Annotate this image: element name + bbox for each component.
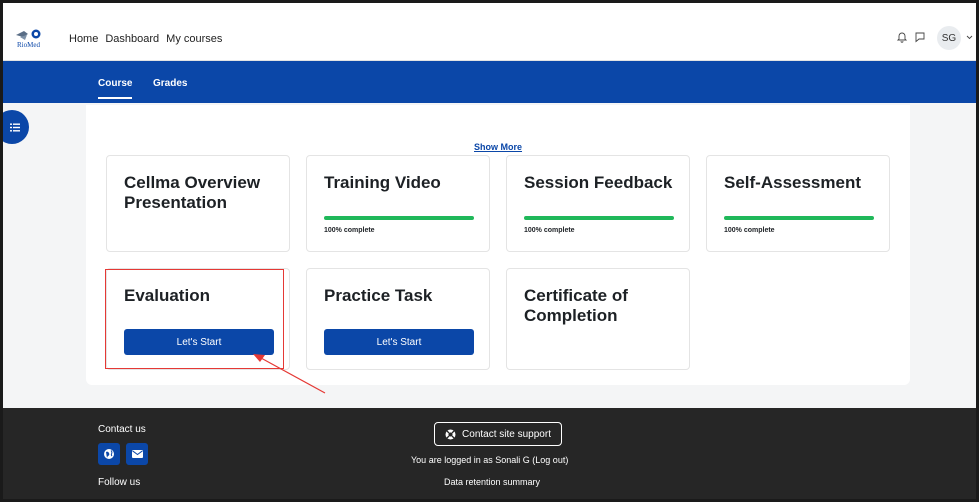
nav-home-link[interactable]: Home: [69, 33, 98, 45]
card-title: Practice Task: [324, 286, 433, 305]
follow-us-label: Follow us: [98, 477, 141, 488]
bell-icon[interactable]: [896, 31, 908, 43]
course-secondary-nav: Course Grades: [3, 61, 976, 103]
globe-icon: [104, 449, 114, 459]
card-title: Certificate of Completion: [524, 286, 628, 325]
svg-text:RioMed: RioMed: [17, 41, 40, 49]
activity-card-practice-task[interactable]: Practice Task Let's Start: [306, 268, 490, 370]
card-title: Cellma Overview Presentation: [124, 173, 261, 212]
progress-label: 100% complete: [524, 227, 575, 234]
profile-link[interactable]: Sonali G: [495, 455, 530, 465]
tab-grades[interactable]: Grades: [153, 78, 187, 89]
activity-card-cellma-overview[interactable]: Cellma Overview Presentation: [106, 155, 290, 252]
riomed-logo[interactable]: RioMed: [14, 27, 44, 49]
course-index-toggle-button[interactable]: [3, 110, 29, 144]
primary-nav: Home Dashboard My courses: [69, 33, 222, 45]
activity-card-training-video[interactable]: Training Video 100% complete: [306, 155, 490, 252]
progress-bar: [724, 216, 874, 220]
progress-label: 100% complete: [324, 227, 375, 234]
page-frame: RioMed Home Dashboard My courses SG Cour…: [0, 0, 979, 502]
activity-card-certificate[interactable]: Certificate of Completion: [506, 268, 690, 370]
contact-us-label: Contact us: [98, 424, 146, 435]
envelope-icon: [131, 450, 143, 458]
annotation-arrow: [253, 354, 326, 394]
activity-card-self-assessment[interactable]: Self-Assessment 100% complete: [706, 155, 890, 252]
card-title: Self-Assessment: [724, 173, 862, 192]
lifebuoy-icon: [445, 429, 456, 439]
nav-dashboard-link[interactable]: Dashboard: [105, 33, 159, 45]
email-button[interactable]: [126, 443, 148, 465]
website-button[interactable]: [98, 443, 120, 465]
progress-label: 100% complete: [724, 227, 775, 234]
progress-bar: [324, 216, 474, 220]
data-retention-link[interactable]: Data retention summary: [444, 477, 540, 487]
chat-bubble-icon[interactable]: [914, 31, 926, 43]
logged-in-info: You are logged in as Sonali G (Log out): [411, 455, 568, 465]
chevron-down-icon[interactable]: [966, 34, 973, 41]
support-button-label: Contact site support: [462, 428, 551, 440]
logout-link[interactable]: (Log out): [532, 455, 568, 465]
card-title: Session Feedback: [524, 173, 673, 192]
page-footer: Contact us Follow us Contact site suppor…: [3, 408, 976, 499]
progress-bar: [524, 216, 674, 220]
activity-card-session-feedback[interactable]: Session Feedback 100% complete: [506, 155, 690, 252]
nav-my-courses-link[interactable]: My courses: [166, 33, 222, 45]
top-navbar: RioMed Home Dashboard My courses SG: [3, 3, 976, 61]
user-avatar[interactable]: SG: [937, 26, 961, 50]
logged-in-prefix: You are logged in as: [411, 455, 493, 465]
contact-site-support-button[interactable]: Contact site support: [434, 422, 562, 446]
card-title: Training Video: [324, 173, 441, 192]
practice-task-start-button[interactable]: Let's Start: [324, 329, 474, 355]
show-more-link[interactable]: Show More: [474, 142, 522, 152]
list-icon: [10, 123, 20, 131]
tab-course[interactable]: Course: [98, 78, 133, 99]
